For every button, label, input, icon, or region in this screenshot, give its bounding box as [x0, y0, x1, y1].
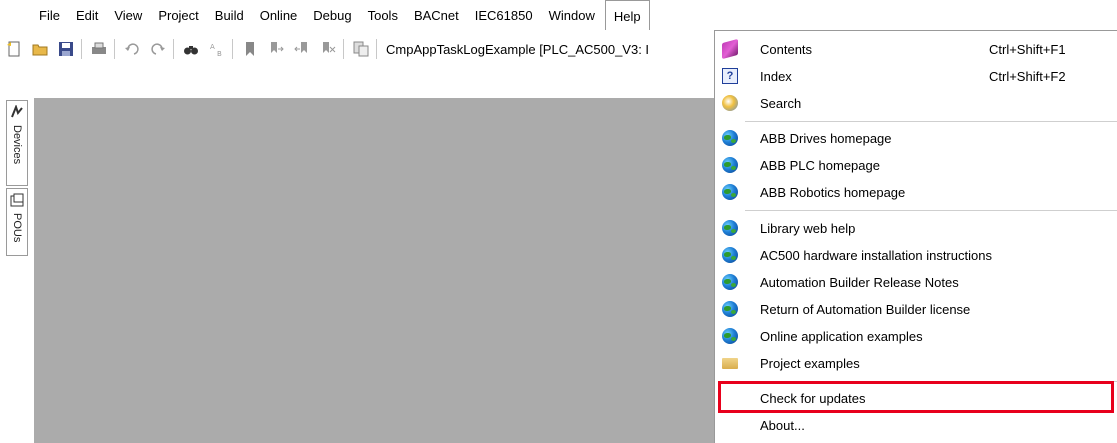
toolbar-separator: [343, 39, 344, 59]
toolbar-separator: [232, 39, 233, 59]
menu-item-library-web-help[interactable]: Library web help: [715, 215, 1117, 242]
menu-item-label: Online application examples: [760, 329, 923, 344]
previous-bookmark-icon[interactable]: [294, 41, 310, 57]
book-icon: [722, 38, 738, 60]
toolbar-separator: [173, 39, 174, 59]
menu-item-search[interactable]: Search: [715, 90, 1117, 117]
menu-item-label: ABB Drives homepage: [760, 131, 892, 146]
menu-iec61850[interactable]: IEC61850: [467, 0, 541, 30]
menu-bacnet[interactable]: BACnet: [406, 0, 467, 30]
menu-item-abb-robotics[interactable]: ABB Robotics homepage: [715, 179, 1117, 206]
pous-icon: [10, 193, 24, 207]
redo-icon[interactable]: [150, 41, 166, 57]
menu-item-label: Check for updates: [760, 391, 866, 406]
menu-item-project-examples[interactable]: Project examples: [715, 350, 1117, 377]
save-icon[interactable]: [58, 41, 74, 57]
globe-icon: [722, 157, 738, 173]
menu-item-label: ABB Robotics homepage: [760, 185, 906, 200]
svg-text:A: A: [210, 43, 215, 51]
menu-item-online-examples[interactable]: Online application examples: [715, 323, 1117, 350]
globe-icon: [722, 220, 738, 236]
menu-item-label: Return of Automation Builder license: [760, 302, 971, 317]
globe-icon: [722, 184, 738, 200]
menu-item-check-for-updates[interactable]: Check for updates: [715, 385, 1117, 412]
find-icon[interactable]: [183, 41, 199, 57]
menu-item-label: Index: [760, 69, 792, 84]
globe-icon: [722, 130, 738, 146]
menu-bar: File Edit View Project Build Online Debu…: [0, 0, 1117, 30]
menu-project[interactable]: Project: [150, 0, 206, 30]
globe-icon: [722, 301, 738, 317]
menu-item-about[interactable]: About...: [715, 412, 1117, 439]
menu-item-contents[interactable]: Contents Ctrl+Shift+F1: [715, 36, 1117, 63]
help-menu-dropdown: Contents Ctrl+Shift+F1 ? Index Ctrl+Shif…: [714, 30, 1117, 443]
toolbar-separator: [81, 39, 82, 59]
menu-separator: [745, 121, 1117, 122]
menu-help[interactable]: Help: [604, 0, 650, 30]
project-title: CmpAppTaskLogExample [PLC_AC500_V3: I: [386, 41, 650, 57]
bookmark-icon[interactable]: [242, 41, 258, 57]
tab-devices[interactable]: Devices: [6, 100, 28, 186]
globe-icon: [722, 247, 738, 263]
menu-online[interactable]: Online: [252, 0, 306, 30]
menu-item-label: Project examples: [760, 356, 860, 371]
folder-icon: [722, 358, 738, 369]
clear-bookmarks-icon[interactable]: [320, 41, 336, 57]
toolbar-separator: [114, 39, 115, 59]
svg-text:B: B: [217, 50, 222, 57]
menu-item-index[interactable]: ? Index Ctrl+Shift+F2: [715, 63, 1117, 90]
tab-devices-label: Devices: [11, 125, 23, 165]
menu-item-label: About...: [760, 418, 805, 433]
menu-item-label: ABB PLC homepage: [760, 158, 880, 173]
search-icon: [722, 95, 738, 111]
menu-item-abb-plc[interactable]: ABB PLC homepage: [715, 152, 1117, 179]
menu-item-release-notes[interactable]: Automation Builder Release Notes: [715, 269, 1117, 296]
next-bookmark-icon[interactable]: [268, 41, 284, 57]
left-dock: Devices POUs: [0, 98, 34, 443]
toolbar-separator: [376, 39, 377, 59]
help-index-icon: ?: [722, 68, 738, 84]
undo-icon[interactable]: [124, 41, 140, 57]
menu-debug[interactable]: Debug: [305, 0, 359, 30]
menu-file[interactable]: File: [31, 0, 68, 30]
menu-separator: [745, 381, 1117, 382]
copy-icon[interactable]: [353, 41, 369, 57]
menu-item-label: Search: [760, 96, 802, 111]
new-project-icon[interactable]: [6, 41, 22, 57]
tab-pous[interactable]: POUs: [6, 188, 28, 256]
menu-build[interactable]: Build: [207, 0, 252, 30]
replace-icon[interactable]: AB: [209, 41, 225, 58]
menu-item-shortcut: Ctrl+Shift+F1: [989, 42, 1066, 57]
devices-icon: [10, 104, 24, 119]
globe-icon: [722, 328, 738, 344]
menu-item-return-license[interactable]: Return of Automation Builder license: [715, 296, 1117, 323]
menu-item-label: Automation Builder Release Notes: [760, 275, 959, 290]
print-icon[interactable]: [91, 41, 107, 57]
menu-separator: [745, 210, 1117, 211]
globe-icon: [722, 274, 738, 290]
menu-item-label: Library web help: [760, 221, 856, 236]
menu-item-ac500-hardware[interactable]: AC500 hardware installation instructions: [715, 242, 1117, 269]
tab-pous-label: POUs: [11, 213, 23, 243]
menu-window[interactable]: Window: [541, 0, 603, 30]
menu-view[interactable]: View: [106, 0, 150, 30]
open-project-icon[interactable]: [32, 41, 48, 57]
menu-item-label: AC500 hardware installation instructions: [760, 248, 992, 263]
menu-tools[interactable]: Tools: [360, 0, 406, 30]
menu-item-abb-drives[interactable]: ABB Drives homepage: [715, 125, 1117, 152]
menu-item-label: Contents: [760, 42, 813, 57]
menu-item-shortcut: Ctrl+Shift+F2: [989, 69, 1066, 84]
menu-edit[interactable]: Edit: [68, 0, 106, 30]
